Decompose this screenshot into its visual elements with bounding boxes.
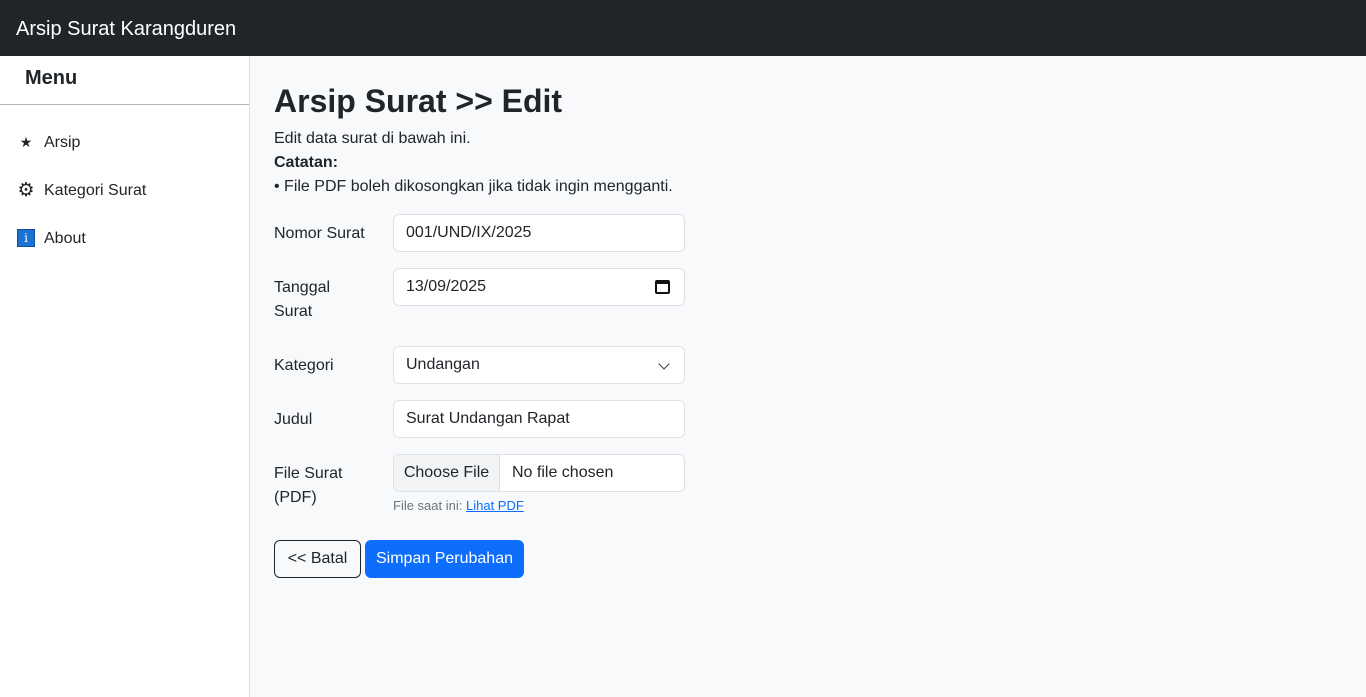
kategori-value: Undangan	[406, 356, 480, 373]
cancel-button[interactable]: << Batal	[274, 540, 361, 578]
tanggal-surat-input[interactable]: 13/09/2025	[393, 268, 685, 306]
tanggal-surat-label: Tanggal Surat	[274, 276, 384, 324]
current-file-prefix: File saat ini:	[393, 498, 463, 513]
info-icon: i	[16, 228, 36, 248]
file-status: No file chosen	[512, 464, 614, 481]
tanggal-label-line1: Tanggal	[274, 279, 331, 296]
nomor-surat-value: 001/UND/IX/2025	[406, 224, 532, 241]
sidebar-item-kategori-surat[interactable]: ⚙ Kategori Surat	[0, 170, 249, 210]
kategori-select[interactable]: Undangan	[393, 346, 685, 384]
main-content: Arsip Surat >> Edit Edit data surat di b…	[250, 56, 1366, 697]
app-brand[interactable]: Arsip Surat Karangduren	[16, 16, 236, 42]
current-file-hint: File saat ini: Lihat PDF	[393, 498, 524, 514]
star-icon: ★	[19, 133, 33, 150]
tanggal-label-line2: Surat	[274, 303, 313, 320]
sidebar-item-about[interactable]: i About	[0, 218, 249, 258]
note-item: • File PDF boleh dikosongkan jika tidak …	[274, 178, 673, 195]
view-pdf-link[interactable]: Lihat PDF	[466, 498, 524, 513]
nomor-surat-input[interactable]: 001/UND/IX/2025	[393, 214, 685, 252]
file-surat-label: File Surat (PDF)	[274, 462, 384, 510]
sidebar-item-arsip[interactable]: ★ Arsip	[0, 122, 249, 162]
sidebar-item-label: Kategori Surat	[44, 182, 147, 199]
calendar-icon[interactable]	[655, 280, 670, 294]
judul-value: Surat Undangan Rapat	[406, 410, 570, 427]
gear-icon: ⚙	[17, 179, 35, 201]
file-surat-input[interactable]: Choose File No file chosen	[393, 454, 685, 492]
page-subtitle: Edit data surat di bawah ini.	[274, 130, 471, 147]
sidebar-divider	[0, 104, 249, 105]
save-button[interactable]: Simpan Perubahan	[365, 540, 524, 578]
sidebar-item-label: About	[44, 230, 86, 247]
tanggal-surat-value: 13/09/2025	[406, 278, 487, 295]
sidebar-item-label: Arsip	[44, 134, 81, 151]
note-title: Catatan:	[274, 154, 339, 171]
sidebar-title: Menu	[25, 67, 78, 89]
nomor-surat-label: Nomor Surat	[274, 225, 365, 242]
top-navbar: Arsip Surat Karangduren	[0, 0, 1366, 56]
judul-label: Judul	[274, 411, 313, 428]
page-title: Arsip Surat >> Edit	[274, 83, 563, 119]
judul-input[interactable]: Surat Undangan Rapat	[393, 400, 685, 438]
sidebar: Menu ★ Arsip ⚙ Kategori Surat i About	[0, 56, 250, 697]
file-label-line1: File Surat	[274, 465, 343, 482]
kategori-label: Kategori	[274, 357, 334, 374]
file-label-line2: (PDF)	[274, 489, 317, 506]
chevron-down-icon	[658, 358, 670, 370]
choose-file-button[interactable]: Choose File	[394, 455, 500, 491]
